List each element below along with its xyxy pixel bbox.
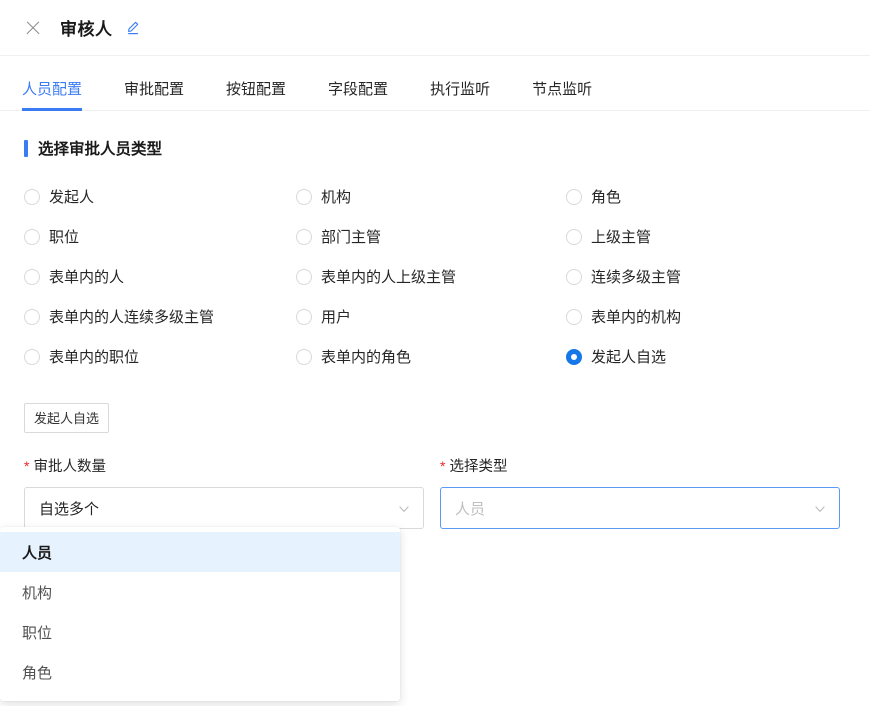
radio-circle-icon [24, 189, 40, 205]
chevron-down-icon [814, 502, 826, 514]
section-heading: 选择审批人员类型 [24, 137, 870, 159]
radio-circle-icon [566, 269, 582, 285]
page-title: 审核人 [60, 20, 113, 39]
radio-label: 表单内的人上级主管 [321, 268, 457, 286]
radio-label: 表单内的人 [49, 268, 125, 286]
radio-label: 上级主管 [591, 228, 652, 246]
radio-jigou[interactable]: 机构 [296, 177, 566, 217]
radio-label: 用户 [321, 308, 352, 326]
radio-circle-icon [296, 229, 312, 245]
select-type-label-text: 选择类型 [449, 459, 508, 475]
approver-count-value: 自选多个 [39, 500, 100, 518]
tab-anniu-peizhi[interactable]: 按钮配置 [226, 78, 286, 110]
required-asterisk: * [24, 458, 30, 474]
field-approver-count: * 审批人数量 自选多个 [24, 455, 424, 529]
selected-type-tag-row: 发起人自选 [24, 403, 870, 433]
radio-circle-icon [24, 229, 40, 245]
approver-count-label-text: 审批人数量 [33, 459, 106, 475]
radio-label: 发起人 [49, 188, 95, 206]
radio-label: 职位 [49, 228, 80, 246]
field-select-type: * 选择类型 人员 人员 机构 职位 角色 [0, 455, 840, 701]
radio-label: 表单内的机构 [591, 308, 682, 326]
section-title: 选择审批人员类型 [38, 141, 163, 158]
radio-circle-icon [24, 269, 40, 285]
dropdown-option-renyuan[interactable]: 人员 [0, 532, 400, 572]
radio-biaodan-neide-ren-shangji-zhuguan[interactable]: 表单内的人上级主管 [296, 257, 566, 297]
radio-zhiwei[interactable]: 职位 [24, 217, 296, 257]
radio-lianxu-duoji-zhuguan[interactable]: 连续多级主管 [566, 257, 836, 297]
radio-label: 表单内的职位 [49, 348, 140, 366]
radio-circle-icon [296, 189, 312, 205]
radio-label: 发起人自选 [591, 348, 667, 366]
radio-yonghu[interactable]: 用户 [296, 297, 566, 337]
select-type-dropdown: 人员 机构 职位 角色 [0, 527, 400, 701]
tab-shenpi-peizhi[interactable]: 审批配置 [124, 78, 184, 110]
tag-faqiren-zixuan[interactable]: 发起人自选 [24, 403, 110, 433]
radio-bumen-zhuguan[interactable]: 部门主管 [296, 217, 566, 257]
dropdown-option-juese[interactable]: 角色 [0, 652, 400, 692]
required-asterisk: * [440, 458, 446, 474]
edit-pencil-icon[interactable] [125, 20, 141, 36]
tab-bar: 人员配置 审批配置 按钮配置 字段配置 执行监听 节点监听 [0, 56, 870, 111]
form-row: * 审批人数量 自选多个 * 选择类型 人员 人员 机构 职位 角色 [0, 455, 870, 701]
radio-label: 机构 [321, 188, 352, 206]
radio-biaodan-neide-juese[interactable]: 表单内的角色 [296, 337, 566, 377]
radio-biaodan-neide-ren-lianxu-duoji-zhuguan[interactable]: 表单内的人连续多级主管 [24, 297, 296, 337]
radio-juese[interactable]: 角色 [566, 177, 836, 217]
select-type-placeholder: 人员 [455, 500, 486, 518]
section-accent-bar [24, 139, 28, 157]
dialog-header: 审核人 [0, 0, 870, 56]
radio-shangji-zhuguan[interactable]: 上级主管 [566, 217, 836, 257]
close-icon[interactable] [24, 19, 42, 37]
radio-label: 角色 [591, 188, 622, 206]
radio-biaodan-neide-zhiwei[interactable]: 表单内的职位 [24, 337, 296, 377]
radio-label: 部门主管 [321, 228, 382, 246]
approver-type-radio-group: 发起人 机构 角色 职位 部门主管 上级主管 表单内的人 表单内的人上级主管 连… [24, 177, 844, 377]
approver-count-select[interactable]: 自选多个 [24, 487, 424, 529]
radio-circle-icon [566, 229, 582, 245]
radio-label: 连续多级主管 [591, 268, 682, 286]
radio-circle-icon [566, 309, 582, 325]
approver-count-label: * 审批人数量 [24, 455, 424, 476]
tab-jiedian-jianting[interactable]: 节点监听 [532, 78, 592, 110]
radio-label: 表单内的角色 [321, 348, 412, 366]
radio-faqiren-zixuan[interactable]: 发起人自选 [566, 337, 836, 377]
select-type-label: * 选择类型 [440, 455, 840, 476]
select-type-select[interactable]: 人员 [440, 487, 840, 529]
radio-circle-icon [566, 189, 582, 205]
radio-label: 表单内的人连续多级主管 [49, 308, 215, 326]
radio-circle-icon [296, 349, 312, 365]
dropdown-option-zhiwei[interactable]: 职位 [0, 612, 400, 652]
chevron-down-icon [398, 502, 410, 514]
radio-circle-icon [566, 349, 582, 365]
radio-circle-icon [24, 309, 40, 325]
dropdown-option-jigou[interactable]: 机构 [0, 572, 400, 612]
radio-faqiren[interactable]: 发起人 [24, 177, 296, 217]
radio-circle-icon [296, 269, 312, 285]
tab-renyuan-peizhi[interactable]: 人员配置 [22, 78, 83, 111]
radio-circle-icon [296, 309, 312, 325]
tab-ziduan-peizhi[interactable]: 字段配置 [328, 78, 388, 110]
radio-biaodan-neide-jigou[interactable]: 表单内的机构 [566, 297, 836, 337]
tab-zhixing-jianting[interactable]: 执行监听 [430, 78, 490, 110]
radio-circle-icon [24, 349, 40, 365]
radio-biaodan-neide-ren[interactable]: 表单内的人 [24, 257, 296, 297]
